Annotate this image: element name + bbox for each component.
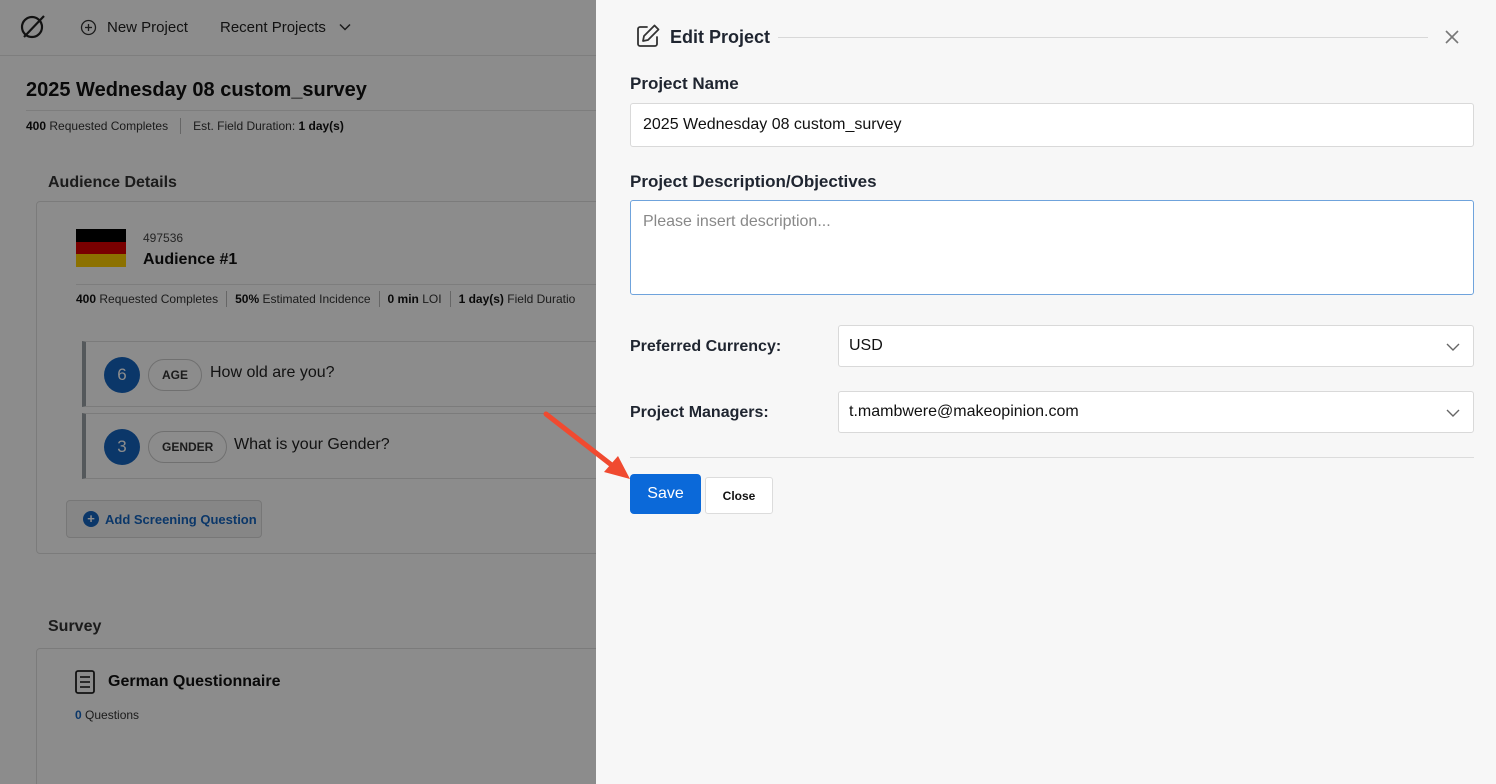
project-name-input[interactable] <box>630 103 1474 147</box>
currency-select[interactable]: USD <box>838 325 1474 367</box>
close-button[interactable]: Close <box>705 477 773 514</box>
divider <box>630 457 1474 458</box>
managers-value: t.mambwere@makeopinion.com <box>849 403 1079 420</box>
chevron-down-icon <box>1446 343 1460 351</box>
currency-value: USD <box>849 337 883 354</box>
save-button[interactable]: Save <box>630 474 701 514</box>
managers-label: Project Managers: <box>630 404 769 421</box>
edit-icon <box>637 24 660 47</box>
divider <box>778 37 1428 38</box>
close-icon[interactable] <box>1442 27 1462 47</box>
panel-title: Edit Project <box>670 27 771 47</box>
description-label: Project Description/Objectives <box>630 172 877 191</box>
modal-backdrop[interactable] <box>0 0 596 784</box>
currency-label: Preferred Currency: <box>630 338 782 355</box>
description-textarea[interactable] <box>630 200 1474 295</box>
managers-select[interactable]: t.mambwere@makeopinion.com <box>838 391 1474 433</box>
chevron-down-icon <box>1446 409 1460 417</box>
project-name-label: Project Name <box>630 74 739 93</box>
annotation-arrow-icon <box>543 411 630 479</box>
